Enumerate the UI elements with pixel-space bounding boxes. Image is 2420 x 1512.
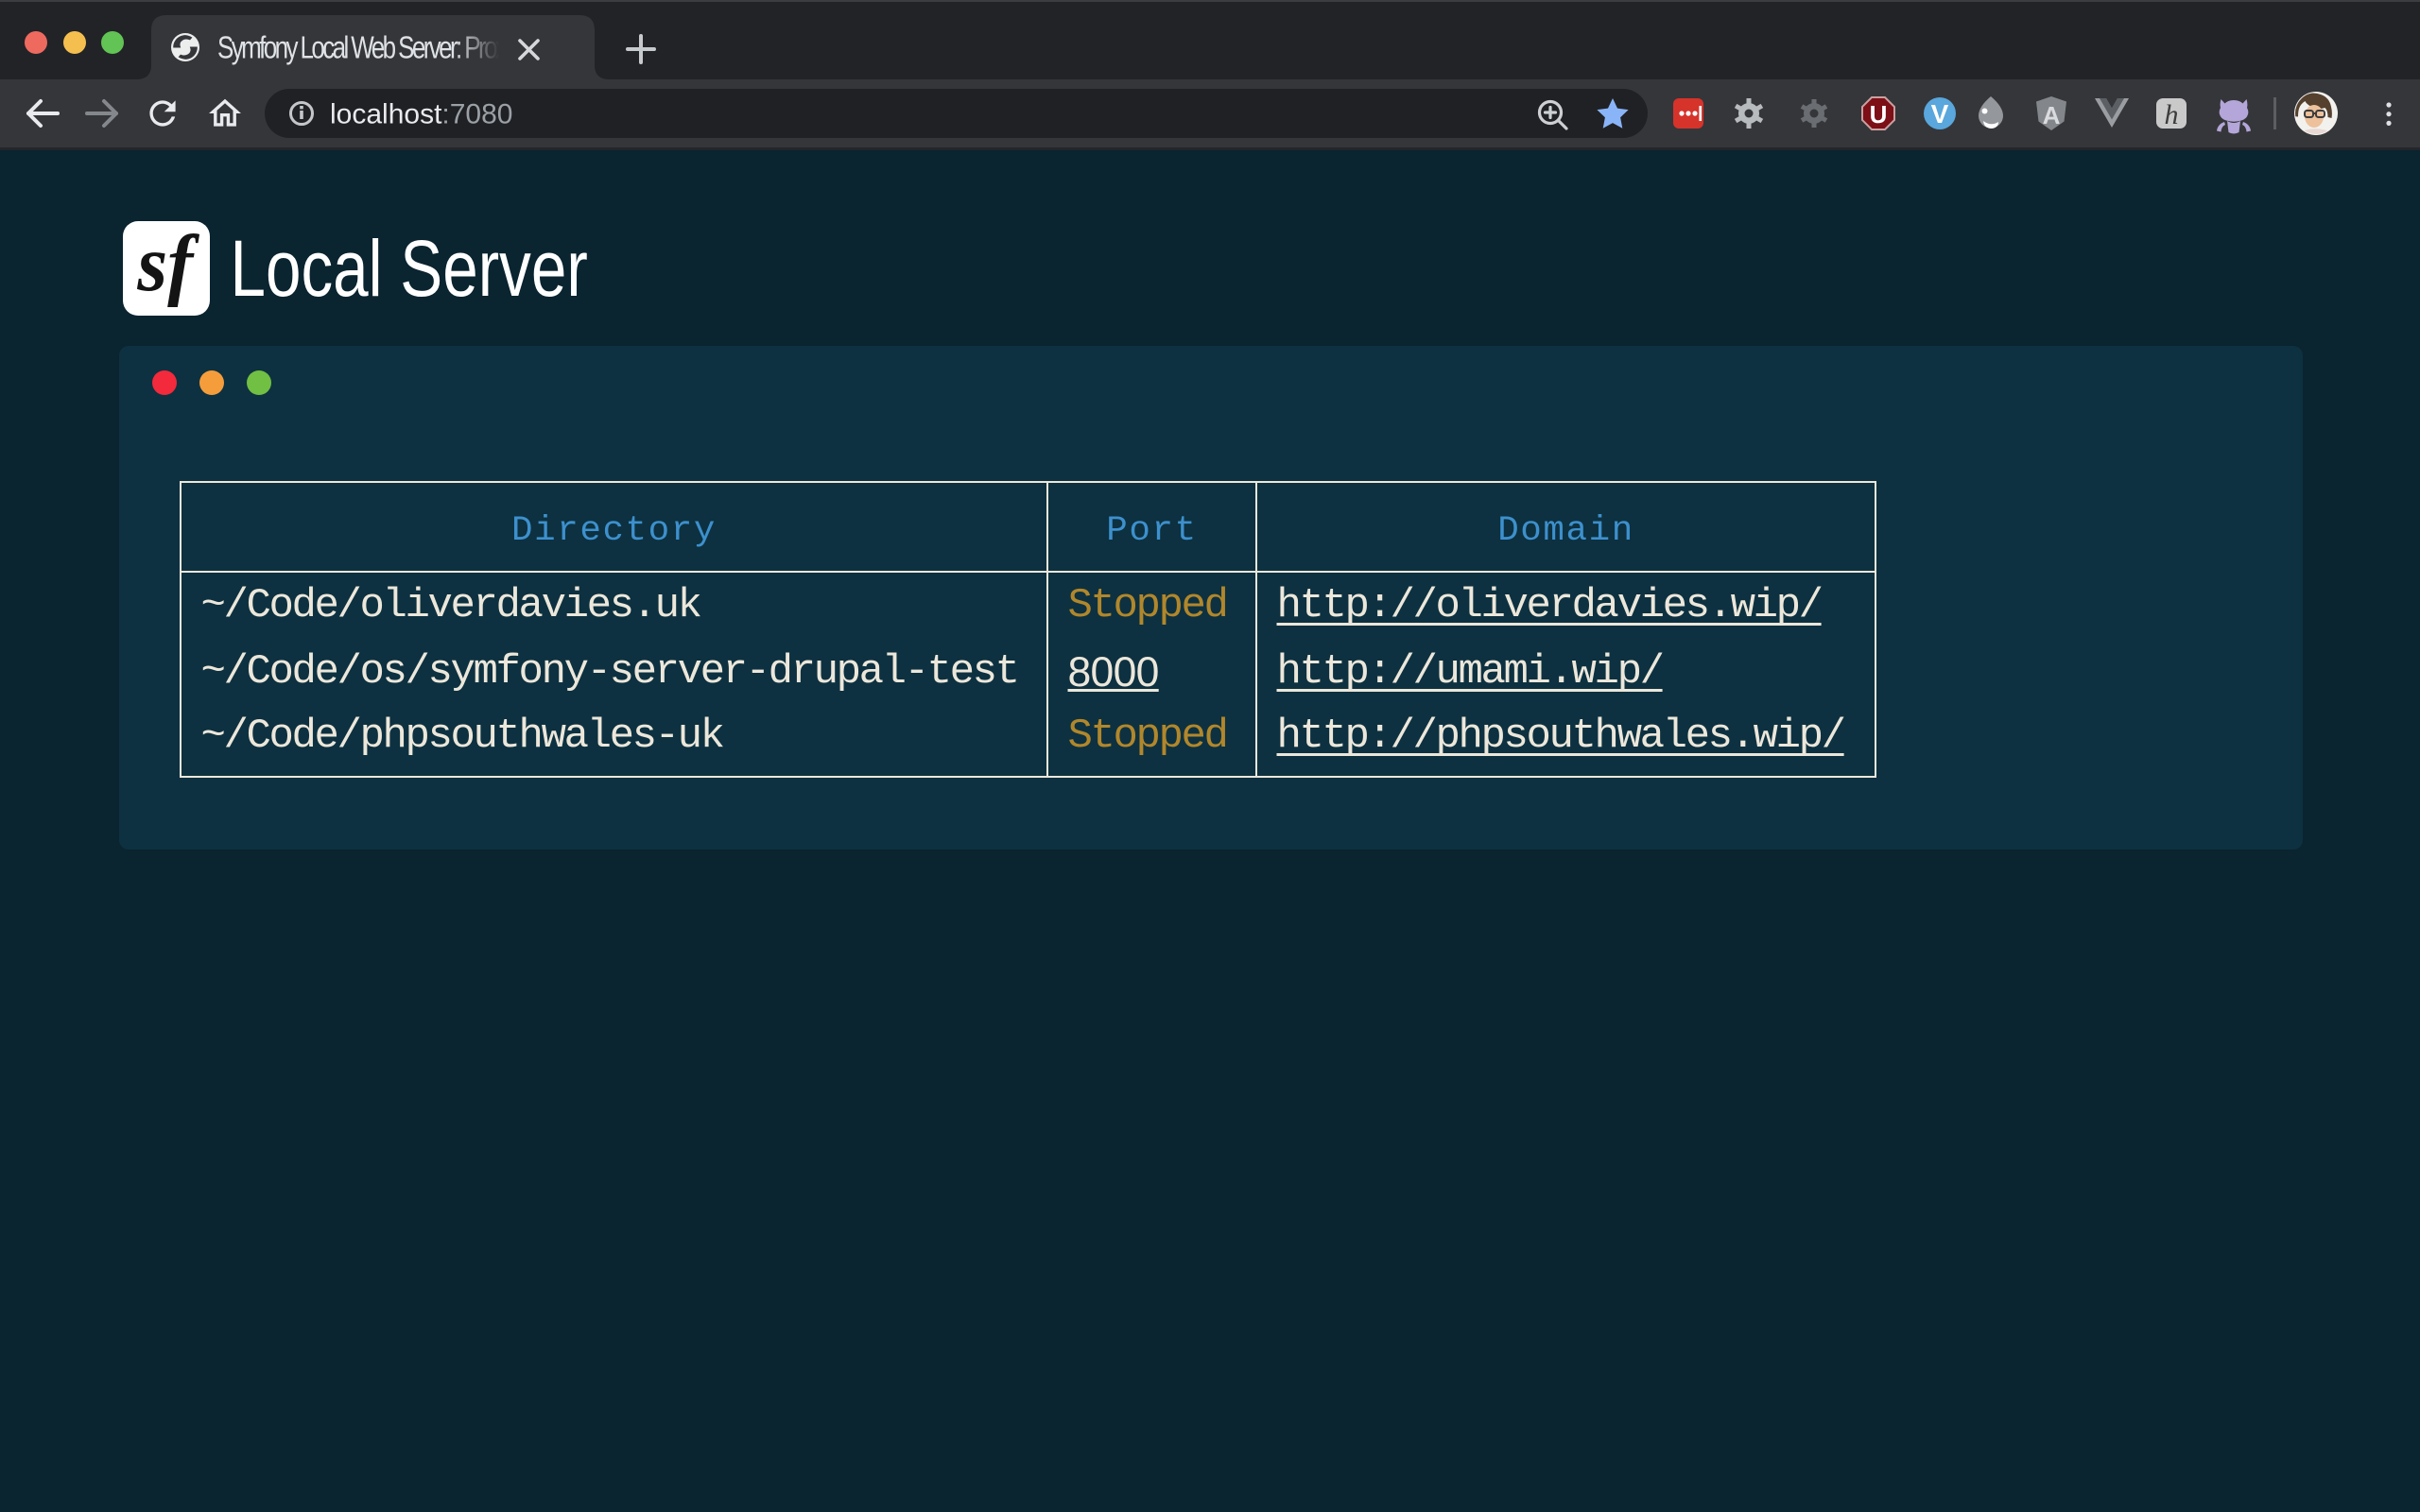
svg-text:V: V (1931, 99, 1949, 129)
svg-text:Local Server: Local Server (230, 225, 587, 314)
svg-text:A: A (2043, 101, 2061, 129)
svg-text:U: U (1870, 100, 1888, 129)
svg-text:h: h (2165, 99, 2179, 130)
svg-text:Symfony Local Web Server: Prox: Symfony Local Web Server: Proxy (217, 31, 517, 66)
svg-text:sf: sf (136, 219, 199, 307)
svg-text:localhost:7080: localhost:7080 (330, 99, 512, 130)
